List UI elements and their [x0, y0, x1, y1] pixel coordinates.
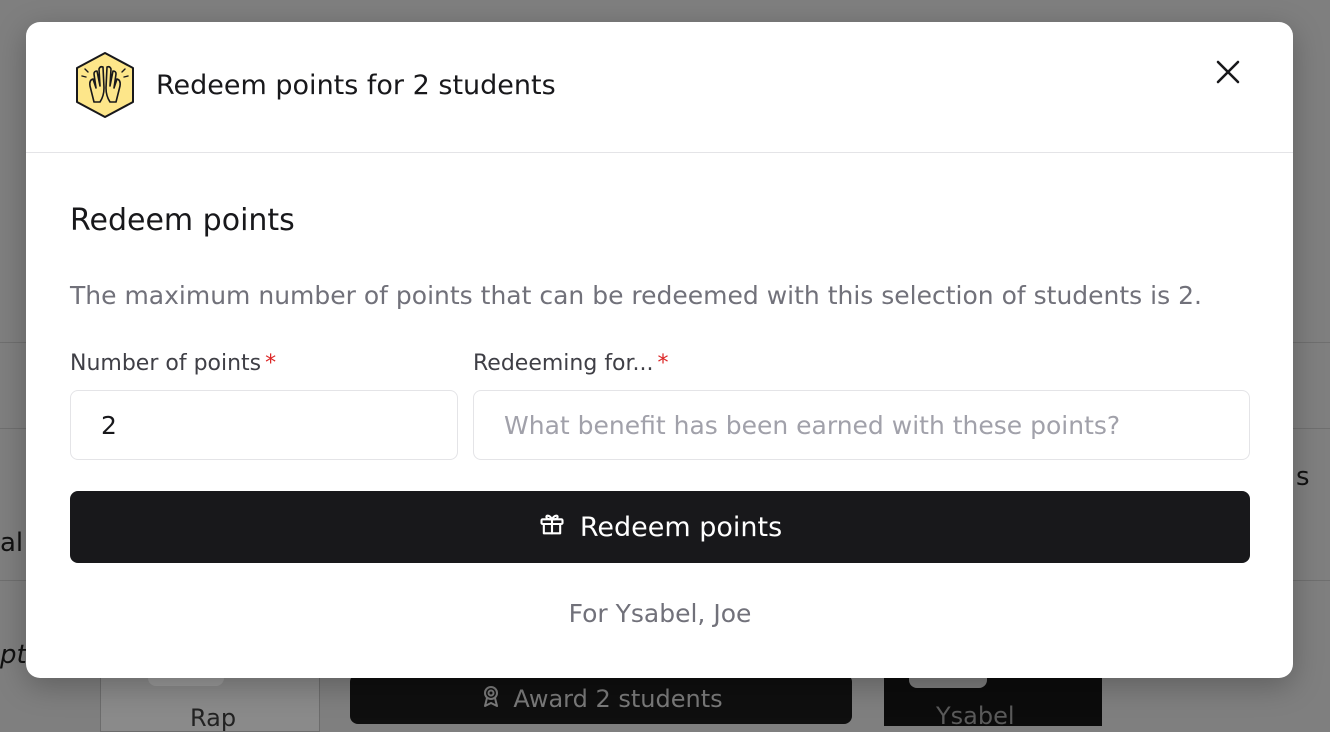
dialog-title: Redeem points for 2 students [156, 70, 556, 101]
selected-students-text: For Ysabel, Joe [568, 599, 752, 628]
required-marker: * [265, 351, 277, 376]
redeem-button-label: Redeem points [579, 511, 783, 543]
close-icon [1212, 60, 1244, 91]
high-five-hexagon-icon [72, 50, 138, 120]
section-title: Redeem points [70, 203, 295, 238]
points-label-text: Number of points [70, 351, 262, 376]
award-students-button[interactable]: Award 2 students [350, 674, 852, 724]
bg-partial-text: al [0, 528, 24, 558]
points-field-label: Number of points * [70, 351, 276, 376]
description-text: The maximum number of points that can be… [70, 281, 1202, 310]
redeem-points-dialog: Redeem points for 2 students Redeem poin… [26, 22, 1293, 678]
bg-partial-text: s [1296, 462, 1310, 492]
dialog-header: Redeem points for 2 students [26, 22, 1293, 153]
reason-field-label: Redeeming for... * [473, 351, 669, 376]
award-button-label: Award 2 students [513, 685, 723, 713]
gift-icon [538, 510, 566, 545]
award-ribbon-icon [479, 684, 503, 714]
points-input[interactable] [70, 390, 458, 460]
reason-input[interactable] [473, 390, 1250, 460]
redeem-points-button[interactable]: Redeem points [70, 491, 1250, 563]
required-marker: * [657, 351, 669, 376]
close-button[interactable] [1212, 56, 1244, 88]
bg-partial-text: pt [0, 640, 27, 670]
reason-label-text: Redeeming for... [473, 351, 654, 376]
bg-card-label: Rap [190, 704, 237, 732]
